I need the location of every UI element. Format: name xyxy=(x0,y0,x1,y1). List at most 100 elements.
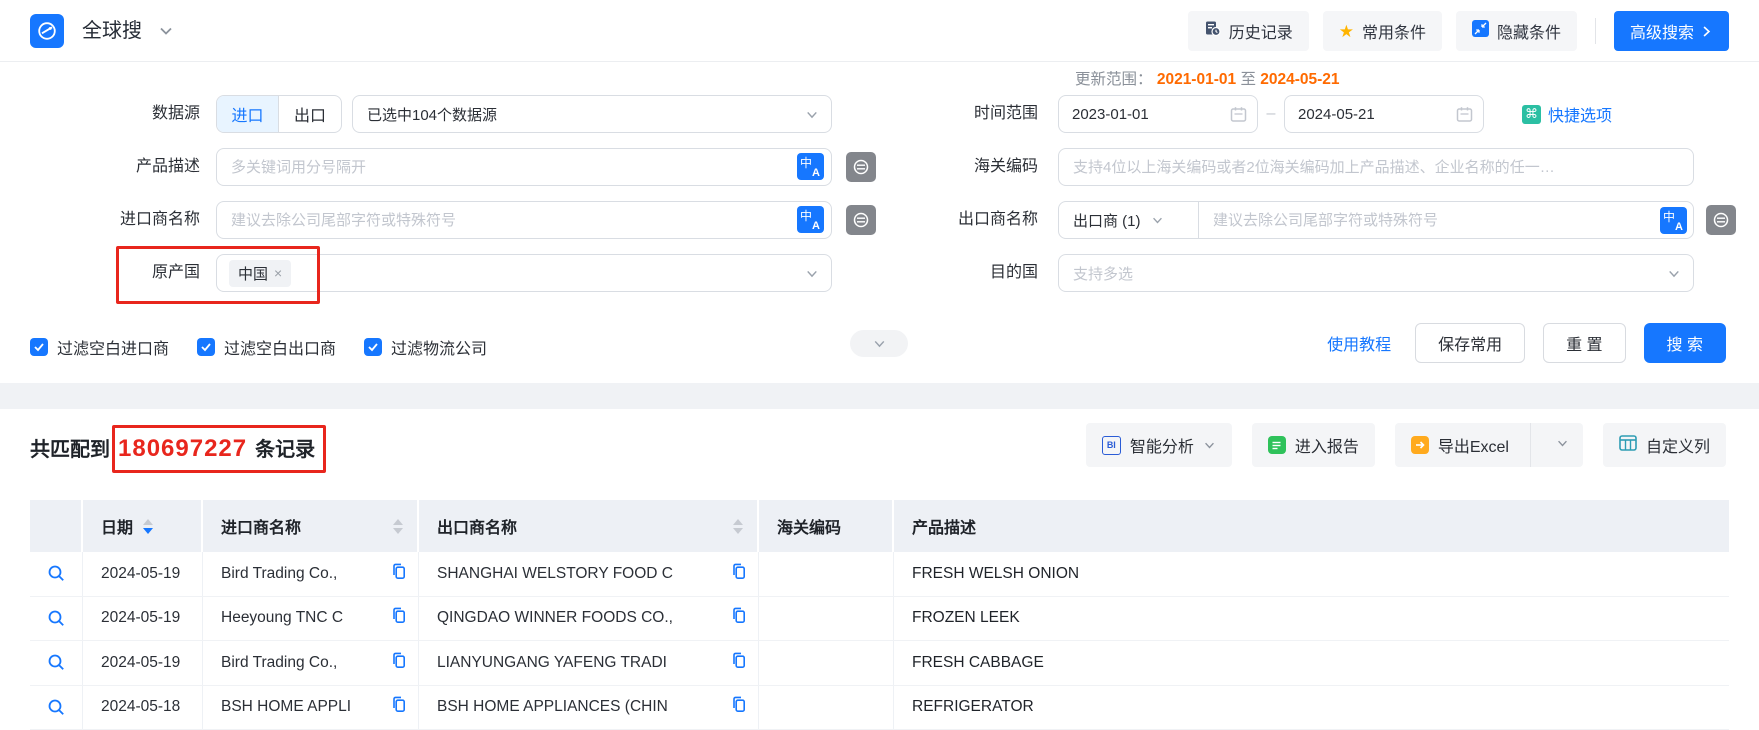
tab-export[interactable]: 出口 xyxy=(279,96,341,132)
summary-count: 180697227 xyxy=(118,435,247,463)
cell-product-desc: FROZEN LEEK xyxy=(894,597,1729,641)
filter-blank-importer-checkbox[interactable]: 过滤空白进口商 xyxy=(30,335,169,359)
exporter-name[interactable]: SHANGHAI WELSTORY FOOD C xyxy=(437,565,673,583)
row-detail-button[interactable] xyxy=(30,686,83,730)
search-icon xyxy=(47,564,66,583)
calendar-icon[interactable] xyxy=(1230,106,1247,127)
destination-select[interactable]: 支持多选 xyxy=(1058,254,1694,292)
app-logo-icon xyxy=(30,14,64,48)
sort-importer-control[interactable] xyxy=(393,519,403,534)
filter-logistics-checkbox[interactable]: 过滤物流公司 xyxy=(364,335,487,359)
search-form: 更新范围： 2021-01-01 至 2024-05-21 数据源 进口 出口 … xyxy=(0,62,1759,383)
cell-exporter: LIANYUNGANG YAFENG TRADI xyxy=(419,641,759,685)
filter-logistics-label: 过滤物流公司 xyxy=(391,335,487,359)
section-divider xyxy=(0,383,1759,409)
date-start-value: 2023-01-01 xyxy=(1059,106,1149,123)
remove-tag-icon[interactable]: × xyxy=(274,265,282,281)
app-switch-chevron-down-icon[interactable] xyxy=(158,23,174,39)
search-button[interactable]: 搜 索 xyxy=(1644,323,1726,363)
cell-product-desc: FRESH WELSH ONION xyxy=(894,552,1729,596)
filter-checkbox-row: 过滤空白进口商 过滤空白出口商 过滤物流公司 xyxy=(30,335,487,359)
translate-zh-glyph: 中 xyxy=(1663,208,1675,225)
copy-icon[interactable] xyxy=(391,652,406,674)
checkbox-checked-icon xyxy=(30,338,48,356)
tab-import[interactable]: 进口 xyxy=(217,96,279,132)
reset-button[interactable]: 重 置 xyxy=(1543,323,1625,363)
row-detail-button[interactable] xyxy=(30,552,83,596)
exporter-name[interactable]: LIANYUNGANG YAFENG TRADI xyxy=(437,654,667,672)
quick-options-label: 快捷选项 xyxy=(1548,102,1612,126)
columns-icon xyxy=(1619,435,1637,456)
product-desc-input[interactable] xyxy=(216,148,832,186)
match-mode-icon[interactable] xyxy=(1706,205,1736,235)
sort-date-control[interactable] xyxy=(143,519,153,534)
row-detail-button[interactable] xyxy=(30,597,83,641)
importer-input[interactable] xyxy=(216,201,832,239)
translate-en-glyph: A xyxy=(812,220,820,232)
update-range-label: 更新范围： xyxy=(1075,71,1153,88)
custom-columns-button[interactable]: 自定义列 xyxy=(1603,423,1726,467)
sort-exporter-control[interactable] xyxy=(733,519,743,534)
calendar-icon[interactable] xyxy=(1456,106,1473,127)
importer-name[interactable]: Heeyoung TNC C xyxy=(221,609,343,627)
origin-select[interactable]: 中国 × xyxy=(216,254,832,292)
update-range-start: 2021-01-01 xyxy=(1157,71,1236,88)
origin-tag-label: 中国 xyxy=(238,263,268,284)
date-separator: – xyxy=(1258,95,1284,133)
translate-icon[interactable]: 中 A xyxy=(797,206,824,233)
importer-name[interactable]: Bird Trading Co., xyxy=(221,654,337,672)
smart-analysis-button[interactable]: BI 智能分析 xyxy=(1086,423,1232,467)
hs-code-input[interactable] xyxy=(1058,148,1694,186)
exporter-label: 出口商名称 xyxy=(868,201,1038,239)
exporter-input[interactable] xyxy=(1199,202,1693,238)
hs-code-label: 海关编码 xyxy=(868,148,1038,186)
translate-zh-glyph: 中 xyxy=(800,207,812,224)
filter-blank-exporter-checkbox[interactable]: 过滤空白出口商 xyxy=(197,335,336,359)
hide-conditions-button[interactable]: 隐藏条件 xyxy=(1456,11,1577,51)
header-importer-label: 进口商名称 xyxy=(221,514,301,538)
quick-options-link[interactable]: ⌘ 快捷选项 xyxy=(1522,95,1612,133)
export-excel-button[interactable]: 导出Excel xyxy=(1395,423,1583,467)
copy-icon[interactable] xyxy=(391,696,406,718)
copy-icon[interactable] xyxy=(391,607,406,629)
translate-icon[interactable]: 中 A xyxy=(797,153,824,180)
results-section: 共匹配到 180697227 条记录 BI 智能分析 进入报告 导出Excel xyxy=(0,409,1759,730)
save-preset-button[interactable]: 保存常用 xyxy=(1415,323,1525,363)
importer-name[interactable]: Bird Trading Co., xyxy=(221,565,337,583)
advanced-search-button[interactable]: 高级搜索 xyxy=(1614,11,1729,51)
collapse-form-button[interactable] xyxy=(850,330,908,357)
export-options-chevron[interactable] xyxy=(1542,436,1583,454)
translate-icon[interactable]: 中 A xyxy=(1660,207,1687,234)
destination-placeholder: 支持多选 xyxy=(1073,263,1133,284)
advanced-search-label: 高级搜索 xyxy=(1630,19,1694,43)
row-detail-button[interactable] xyxy=(30,641,83,685)
history-button[interactable]: 历史记录 xyxy=(1188,11,1309,51)
copy-icon[interactable] xyxy=(731,652,746,674)
header-detail-column xyxy=(30,500,83,552)
copy-icon[interactable] xyxy=(731,607,746,629)
date-start-picker[interactable]: 2023-01-01 xyxy=(1058,95,1258,133)
table-row: 2024-05-19 Bird Trading Co., SHANGHAI WE… xyxy=(30,552,1729,597)
collapse-icon xyxy=(1472,20,1489,42)
translate-zh-glyph: 中 xyxy=(800,154,812,171)
table-row: 2024-05-19 Bird Trading Co., LIANYUNGANG… xyxy=(30,641,1729,686)
importer-name[interactable]: BSH HOME APPLI xyxy=(221,698,351,716)
report-icon xyxy=(1268,436,1286,454)
exporter-type-select[interactable]: 出口商 (1) xyxy=(1059,202,1199,238)
header-date-label: 日期 xyxy=(101,514,133,538)
time-range-label: 时间范围 xyxy=(868,95,1038,133)
history-label: 历史记录 xyxy=(1229,19,1293,43)
exporter-group: 出口商 (1) 中 A xyxy=(1058,201,1694,239)
exporter-name[interactable]: QINGDAO WINNER FOODS CO., xyxy=(437,609,673,627)
header-importer: 进口商名称 xyxy=(203,500,419,552)
enter-report-button[interactable]: 进入报告 xyxy=(1252,423,1375,467)
copy-icon[interactable] xyxy=(391,563,406,585)
datasource-select[interactable]: 已选中104个数据源 xyxy=(352,95,832,133)
favorites-button[interactable]: ★ 常用条件 xyxy=(1323,11,1442,51)
tutorial-link[interactable]: 使用教程 xyxy=(1327,331,1391,355)
copy-icon[interactable] xyxy=(731,563,746,585)
copy-icon[interactable] xyxy=(731,696,746,718)
cell-date: 2024-05-18 xyxy=(83,686,203,730)
exporter-name[interactable]: BSH HOME APPLIANCES (CHIN xyxy=(437,698,668,716)
date-end-picker[interactable]: 2024-05-21 xyxy=(1284,95,1484,133)
